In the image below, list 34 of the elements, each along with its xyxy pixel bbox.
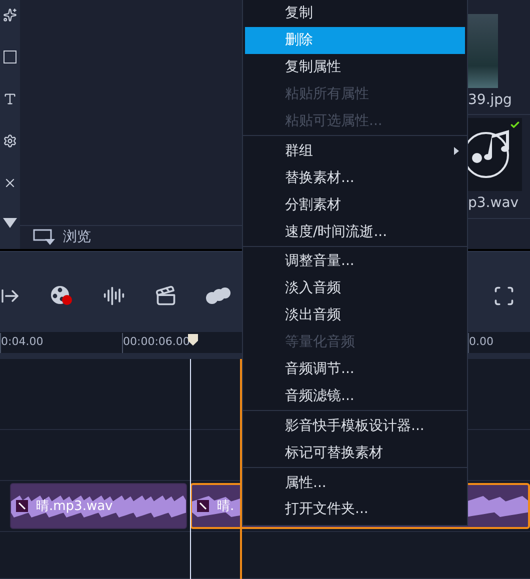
- audio-thumbnail[interactable]: [468, 118, 522, 191]
- thumbnail-caption: p3.wav: [468, 194, 520, 211]
- menu-item[interactable]: 替换素材...: [245, 164, 465, 192]
- audio-wave-icon[interactable]: [103, 284, 125, 307]
- gear-icon[interactable]: [3, 134, 17, 148]
- menu-item[interactable]: 调整音量...: [245, 248, 465, 275]
- menu-item[interactable]: 淡出音频: [245, 302, 465, 329]
- box-icon[interactable]: [3, 50, 17, 64]
- menu-item[interactable]: 音频滤镜...: [245, 382, 465, 410]
- menu-item[interactable]: 淡入音频: [245, 274, 465, 302]
- menu-item[interactable]: 复制: [245, 0, 465, 27]
- menu-item[interactable]: 分割素材: [245, 191, 465, 218]
- clip-name: 晴.mp3.wav: [36, 498, 113, 515]
- menu-item[interactable]: 打开文件夹...: [245, 496, 465, 523]
- fit-frame-icon[interactable]: [493, 284, 515, 307]
- x-icon[interactable]: [3, 176, 17, 190]
- playhead-marker[interactable]: [188, 334, 198, 346]
- menu-item[interactable]: 标记可替换素材: [245, 439, 465, 466]
- browse-label[interactable]: 浏览: [63, 228, 91, 246]
- thumbnail-caption: 39.jpg: [468, 91, 513, 108]
- menu-item[interactable]: 音频调节...: [245, 356, 465, 382]
- menu-item[interactable]: 影音快手模板设计器...: [245, 412, 465, 440]
- menu-item[interactable]: 属性...: [245, 469, 465, 496]
- browse-icon[interactable]: [33, 228, 55, 246]
- film-reel-icon[interactable]: [50, 284, 74, 307]
- sparkle-icon[interactable]: [3, 8, 17, 22]
- menu-item[interactable]: 速度/时间流逝...: [245, 218, 465, 246]
- text-icon[interactable]: [3, 92, 17, 106]
- menu-item[interactable]: 复制属性: [245, 54, 465, 81]
- timecode-label: 0:04.00: [0, 333, 122, 353]
- menu-item[interactable]: 群组: [245, 137, 465, 164]
- circles-icon[interactable]: [205, 286, 231, 305]
- triangle-icon[interactable]: [3, 218, 17, 228]
- clip-name: 晴.: [217, 498, 234, 515]
